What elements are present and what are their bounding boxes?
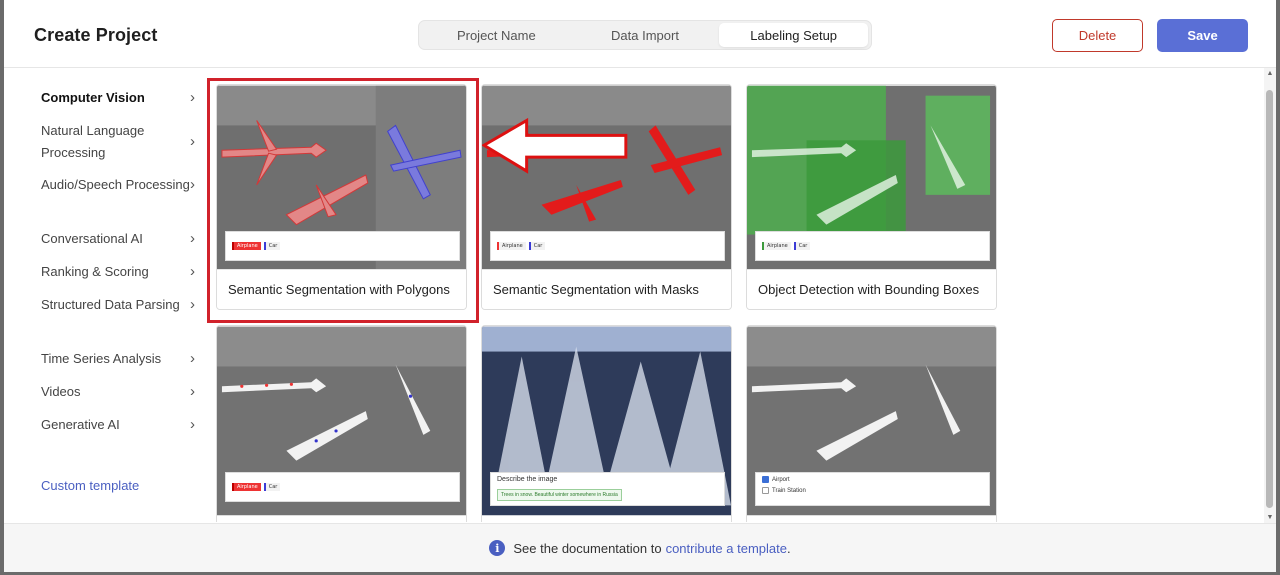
chevron-right-icon: ›: [190, 176, 195, 193]
sidebar-item-nlp[interactable]: Natural Language Processing ›: [41, 120, 201, 164]
footer-suffix: .: [786, 540, 791, 556]
label-chip: Car: [263, 242, 281, 250]
tab-data-import[interactable]: Data Import: [571, 23, 720, 47]
caption-sample: Trees in snow. Beautiful winter somewher…: [497, 489, 622, 501]
caption-panel: Describe the image Trees in snow. Beauti…: [490, 472, 725, 506]
tab-labeling-setup[interactable]: Labeling Setup: [719, 23, 869, 47]
info-icon: i: [489, 540, 506, 556]
template-title: Object Detection with Bounding Boxes: [747, 269, 996, 309]
chevron-right-icon: ›: [190, 296, 195, 313]
scroll-down-icon[interactable]: ▼: [1265, 514, 1275, 521]
label-chip: Airplane: [762, 242, 791, 250]
sidebar-item-ranking-scoring[interactable]: Ranking & Scoring ›: [41, 261, 201, 283]
scrollbar-thumb[interactable]: [1266, 90, 1273, 508]
sidebar-item-structured-data[interactable]: Structured Data Parsing ›: [41, 294, 201, 316]
label-chip: Airplane: [232, 242, 261, 250]
sidebar-item-computer-vision[interactable]: Computer Vision ›: [41, 87, 201, 109]
sidebar-item-label: Videos: [41, 384, 81, 399]
scrollbar[interactable]: ▲ ▼: [1264, 68, 1276, 523]
choices-panel: Airport Train Station: [755, 472, 990, 506]
sidebar-item-label: Audio/Speech Processing: [41, 177, 190, 192]
custom-template-link[interactable]: Custom template: [41, 478, 139, 493]
choice-label: Airport: [772, 476, 790, 483]
chevron-right-icon: ›: [190, 133, 195, 150]
sidebar-item-label: Time Series Analysis: [41, 351, 162, 366]
sidebar-item-label: Generative AI: [41, 417, 120, 432]
sidebar-item-audio-speech[interactable]: Audio/Speech Processing ›: [41, 174, 201, 196]
sidebar-item-label: Ranking & Scoring: [41, 264, 149, 279]
label-chip: Car: [528, 242, 546, 250]
chevron-right-icon: ›: [190, 416, 195, 433]
label-strip: Airplane Car: [225, 231, 460, 261]
template-title: Semantic Segmentation with Masks: [482, 269, 731, 309]
caption-prompt: Describe the image: [497, 476, 558, 483]
sidebar-item-label: Natural Language Processing: [41, 123, 145, 160]
template-card-classification[interactable]: Airport Train Station: [746, 325, 997, 522]
sidebar-item-generative-ai[interactable]: Generative AI ›: [41, 414, 201, 436]
template-card-image-captioning[interactable]: Describe the image Trees in snow. Beauti…: [481, 325, 732, 522]
template-title: Semantic Segmentation with Polygons: [217, 269, 466, 309]
save-button[interactable]: Save: [1157, 19, 1248, 52]
checkbox-icon[interactable]: [762, 487, 769, 494]
sidebar-item-label: Structured Data Parsing: [41, 297, 180, 312]
modal-header: Create Project Project Name Data Import …: [4, 0, 1276, 68]
chevron-right-icon: ›: [190, 263, 195, 280]
sidebar-item-time-series[interactable]: Time Series Analysis ›: [41, 348, 201, 370]
footer: i See the documentation to contribute a …: [4, 523, 1276, 572]
label-chip: Car: [793, 242, 811, 250]
label-chip: Car: [263, 483, 281, 491]
label-strip: Airplane Car: [490, 231, 725, 261]
delete-button[interactable]: Delete: [1052, 19, 1143, 52]
page-title: Create Project: [34, 25, 158, 45]
choice-label: Train Station: [772, 487, 806, 494]
contribute-template-link[interactable]: contribute a template: [666, 541, 787, 556]
template-card-polygons[interactable]: Airplane Car Semantic Segmentation with …: [216, 84, 467, 310]
footer-text: See the documentation to: [513, 540, 662, 556]
step-tabs: Project Name Data Import Labeling Setup: [418, 20, 872, 50]
template-category-sidebar: Computer Vision › Natural Language Proce…: [4, 68, 210, 523]
scroll-up-icon[interactable]: ▲: [1265, 70, 1275, 77]
template-grid: Airplane Car Semantic Segmentation with …: [216, 84, 1016, 522]
sidebar-item-label: Computer Vision: [41, 90, 145, 105]
label-chip: Airplane: [232, 483, 261, 491]
label-strip: Airplane Car: [755, 231, 990, 261]
tab-project-name[interactable]: Project Name: [422, 23, 571, 47]
sidebar-item-conversational-ai[interactable]: Conversational AI ›: [41, 228, 201, 250]
checkbox-checked-icon[interactable]: [762, 476, 769, 483]
label-chip: Airplane: [497, 242, 526, 250]
sidebar-item-videos[interactable]: Videos ›: [41, 381, 201, 403]
chevron-right-icon: ›: [190, 383, 195, 400]
template-card-keypoints[interactable]: Airplane Car: [216, 325, 467, 522]
template-card-bounding-boxes[interactable]: Airplane Car Object Detection with Bound…: [746, 84, 997, 310]
chevron-right-icon: ›: [190, 230, 195, 247]
label-strip: Airplane Car: [225, 472, 460, 502]
chevron-right-icon: ›: [190, 89, 195, 106]
create-project-modal: Create Project Project Name Data Import …: [4, 0, 1276, 572]
template-card-masks[interactable]: Airplane Car Semantic Segmentation with …: [481, 84, 732, 310]
chevron-right-icon: ›: [190, 350, 195, 367]
sidebar-item-label: Conversational AI: [41, 231, 143, 246]
